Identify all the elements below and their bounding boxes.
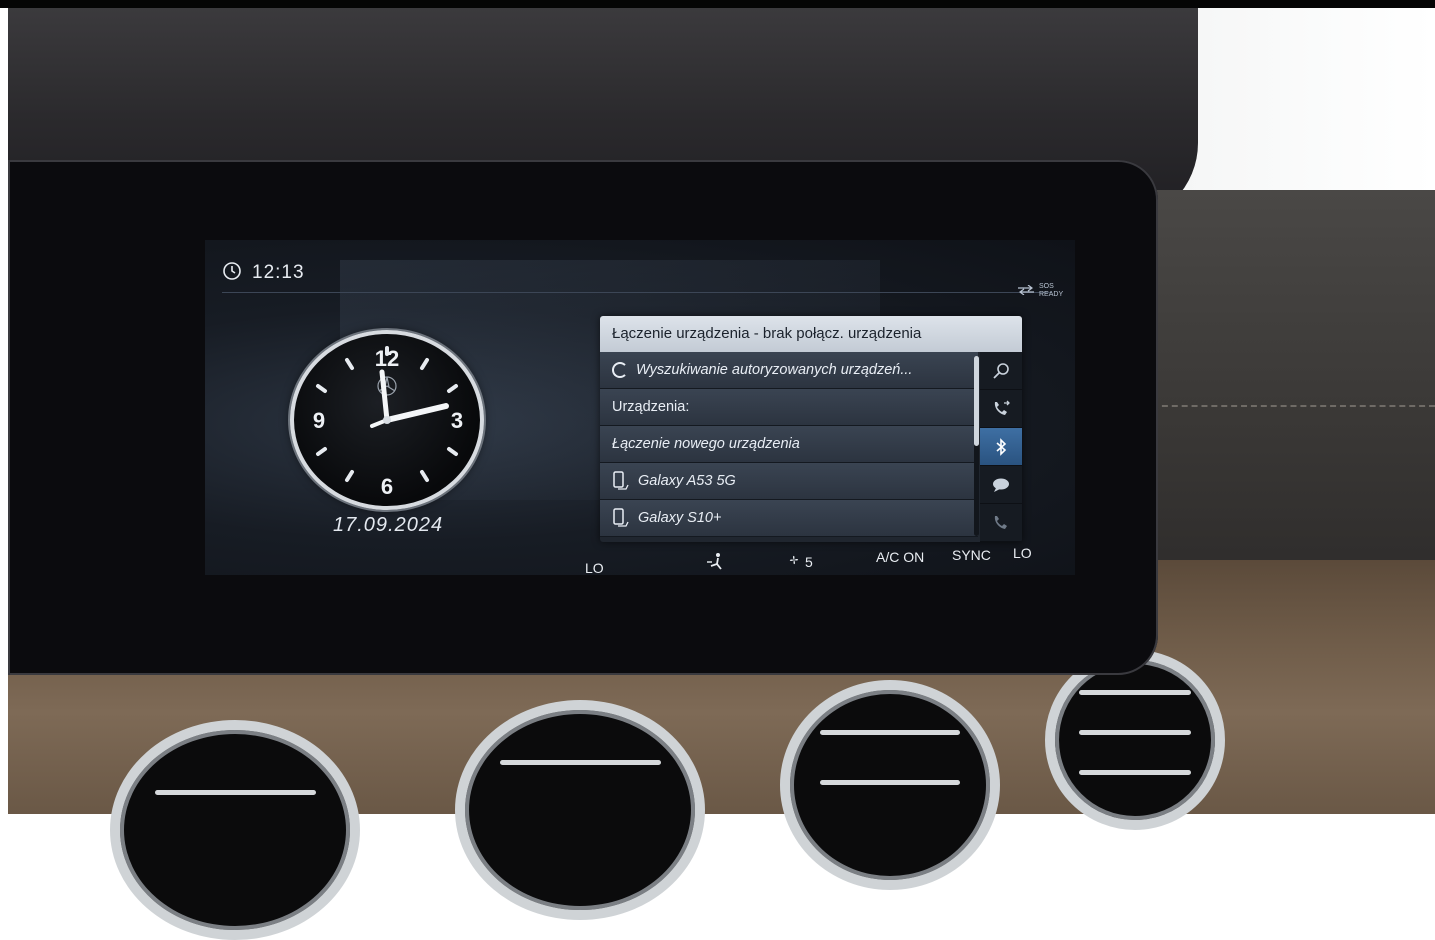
device-name-galaxy-s10: Galaxy S10+ <box>638 510 722 526</box>
ac-button[interactable]: A/C ON <box>876 549 924 565</box>
air-vent-3[interactable] <box>780 680 1000 890</box>
phone-device-icon <box>613 471 629 490</box>
climate-right-temp[interactable]: LO <box>1013 545 1032 561</box>
search-button[interactable] <box>980 352 1022 390</box>
devices-header-label: Urządzenia: <box>612 399 690 415</box>
status-time: 12:13 <box>252 262 305 283</box>
message-icon <box>993 478 1009 492</box>
list-item-searching[interactable]: Wyszukiwanie autoryzowanych urządzeń... <box>600 352 978 389</box>
messages-button[interactable] <box>980 466 1022 504</box>
device-list: Wyszukiwanie autoryzowanych urządzeń... … <box>600 352 978 542</box>
loading-spinner-icon <box>612 362 628 378</box>
clock-numeral-3: 3 <box>451 408 463 433</box>
status-divider <box>222 292 1052 293</box>
list-item-galaxy-a53[interactable]: Galaxy A53 5G <box>600 463 978 500</box>
phone-icon <box>994 515 1007 529</box>
clock-numeral-6: 6 <box>381 474 393 499</box>
fan-speed-control[interactable]: 5 <box>787 553 813 570</box>
clock-numeral-12: 12 <box>375 346 399 371</box>
air-vent-4[interactable] <box>1045 650 1225 830</box>
list-item-pair-new-device[interactable]: Łączenie nowego urządzenia <box>600 426 978 463</box>
device-connection-dialog: Łączenie urządzenia - brak połącz. urząd… <box>600 316 1022 542</box>
search-icon <box>993 362 1009 379</box>
ready-label: READY <box>1039 291 1064 298</box>
device-name-galaxy-a53: Galaxy A53 5G <box>638 473 736 489</box>
clock-numeral-9: 9 <box>313 408 325 433</box>
air-vent-1[interactable] <box>110 720 360 940</box>
dialog-title: Łączenie urządzenia - brak połącz. urząd… <box>600 316 1022 352</box>
clock-face: 12 3 6 9 <box>313 346 463 499</box>
phone-device-icon <box>613 508 629 527</box>
analog-clock: 12 3 6 9 <box>290 330 484 510</box>
top-border <box>0 0 1435 8</box>
connection-arrows-icon <box>1016 284 1036 298</box>
sync-button[interactable]: SYNC <box>952 547 991 563</box>
phone-transfer-button[interactable] <box>980 390 1022 428</box>
leather-stitching <box>1152 405 1435 407</box>
clock-icon <box>222 261 242 286</box>
status-bar: 12:13 <box>222 258 305 288</box>
sos-status: SOS READY <box>1016 283 1063 299</box>
air-vent-2[interactable] <box>455 700 705 920</box>
hour-hand <box>384 403 449 423</box>
fan-level: 5 <box>805 553 813 570</box>
air-distribution-button[interactable] <box>706 552 724 575</box>
scrollbar-thumb[interactable] <box>974 356 979 446</box>
dashboard-leather <box>1150 190 1435 570</box>
phone-transfer-icon <box>994 400 1010 415</box>
list-item-galaxy-s10[interactable]: Galaxy S10+ <box>600 500 978 537</box>
pair-new-device-label: Łączenie nowego urządzenia <box>612 436 800 452</box>
bluetooth-icon <box>996 437 1007 456</box>
sos-label: SOS <box>1039 283 1054 290</box>
side-menu <box>980 352 1022 542</box>
phone-button[interactable] <box>980 504 1022 542</box>
bluetooth-button[interactable] <box>980 428 1022 466</box>
air-distribution-icon <box>707 553 722 570</box>
clock-date: 17.09.2024 <box>333 514 444 536</box>
climate-left-temp[interactable]: LO <box>585 560 604 576</box>
fan-icon <box>787 553 801 570</box>
list-item-devices-header: Urządzenia: <box>600 389 978 426</box>
searching-label: Wyszukiwanie autoryzowanych urządzeń... <box>636 362 913 378</box>
